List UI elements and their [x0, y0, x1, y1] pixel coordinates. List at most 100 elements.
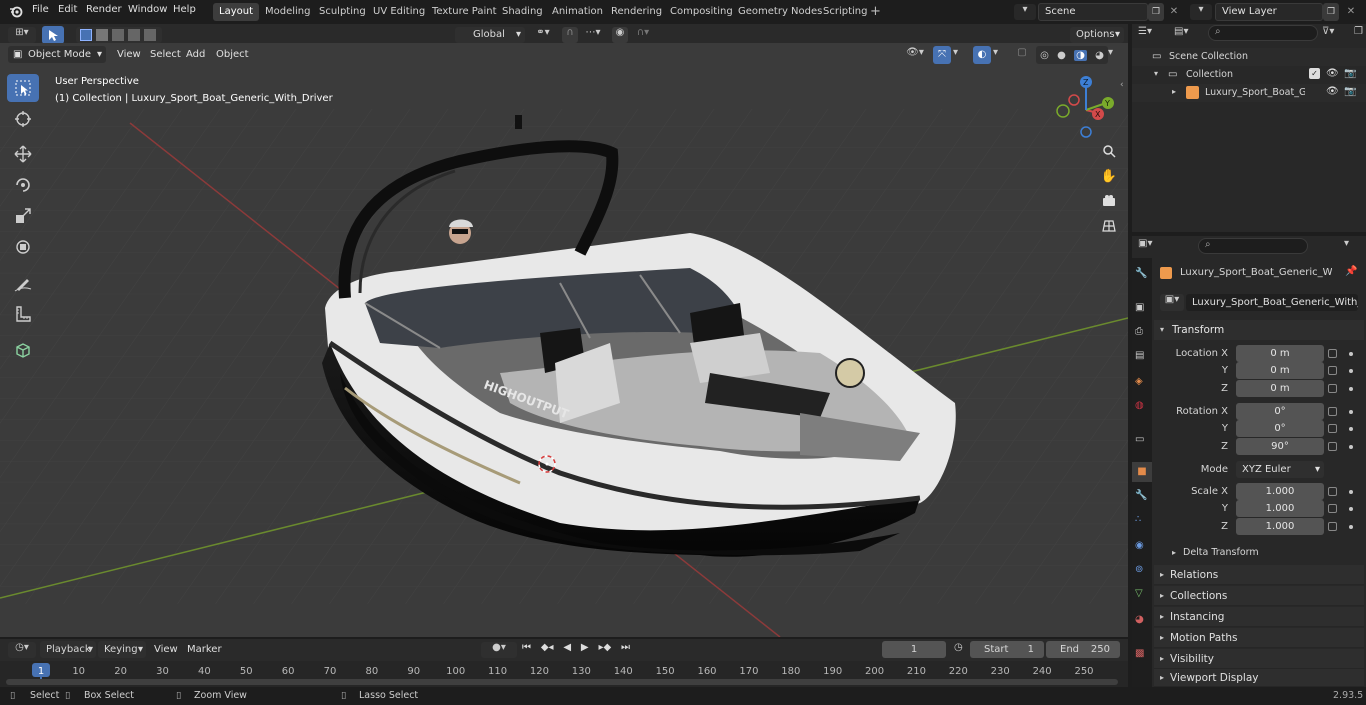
scale-tool-icon[interactable] [7, 202, 39, 230]
timeline-menu-view[interactable]: View [150, 641, 182, 659]
tab-texture-paint[interactable]: Texture Paint [426, 3, 503, 21]
filter-icon[interactable]: ⊽▾ [1322, 26, 1350, 42]
scene-selector-icon[interactable]: ▾ [1014, 4, 1036, 20]
outliner-row-scene-collection[interactable]: ▭ Scene Collection [1132, 48, 1366, 66]
play-reverse-icon[interactable]: ◀ [563, 642, 571, 658]
expand-arrow-icon[interactable]: ▾ [1154, 69, 1158, 78]
solid-shading-icon[interactable]: ● [1057, 50, 1066, 61]
jump-start-icon[interactable]: ⏮ [522, 642, 531, 658]
keyframe-dot-icon[interactable] [1349, 445, 1353, 449]
keyframe-dot-icon[interactable] [1349, 369, 1353, 373]
location-z-field[interactable]: 0 m [1236, 380, 1324, 397]
lock-icon[interactable] [1328, 522, 1337, 531]
viewport-menu-object[interactable]: Object [212, 46, 253, 64]
select-box-tool-icon[interactable] [7, 74, 39, 102]
object-name-field[interactable]: Luxury_Sport_Boat_Generic_With_Driver [1186, 294, 1358, 311]
end-frame-field[interactable]: End 250 [1046, 641, 1120, 658]
editor-type-icon[interactable]: ⊞▾ [8, 27, 36, 43]
view-layer-name-field[interactable]: View Layer [1215, 3, 1323, 21]
properties-search-input[interactable]: ⌕ [1198, 238, 1308, 254]
camera-view-icon[interactable] [1098, 190, 1120, 212]
move-tool-icon[interactable] [7, 140, 39, 168]
world-tab-icon[interactable]: ◍ [1135, 400, 1144, 411]
motion-paths-panel[interactable]: ▸ Motion Paths [1154, 628, 1364, 648]
viewport-menu-add[interactable]: Add [182, 46, 209, 64]
wireframe-shading-icon[interactable]: ◎ [1040, 50, 1049, 61]
new-view-layer-icon[interactable]: ❐ [1323, 3, 1339, 21]
select-tool-icon[interactable] [42, 26, 64, 44]
snap-target-icon[interactable]: ⋯▾ [580, 27, 606, 43]
select-intersect-icon[interactable] [144, 29, 156, 41]
scene-name-field[interactable]: Scene [1038, 3, 1148, 21]
lock-icon[interactable] [1328, 424, 1337, 433]
object-tab-icon[interactable]: ■ [1132, 462, 1152, 482]
navigation-gizmo[interactable]: X Y Z [1052, 73, 1122, 143]
delete-scene-icon[interactable]: ✕ [1167, 3, 1181, 21]
jump-keyframe-forward-icon[interactable]: ▸◆ [598, 642, 611, 658]
lock-icon[interactable] [1328, 442, 1337, 451]
sidebar-toggle-icon[interactable]: ‹ [1120, 80, 1124, 90]
tab-sculpting[interactable]: Sculpting [313, 3, 372, 21]
outliner-row-boat-object[interactable]: ▸ Luxury_Sport_Boat_Generic 👁 📷 [1132, 84, 1366, 102]
auto-keying-icon[interactable]: ●▾ [481, 642, 517, 658]
visibility-eye-icon[interactable]: 👁 [1326, 86, 1339, 97]
location-x-field[interactable]: 0 m [1236, 345, 1324, 362]
measure-tool-icon[interactable] [7, 300, 39, 328]
object-browse-icon[interactable]: ▣▾ [1160, 294, 1184, 311]
render-camera-icon[interactable]: 📷 [1344, 86, 1356, 97]
scale-y-field[interactable]: 1.000 [1236, 500, 1324, 517]
tab-scripting[interactable]: Scripting [817, 3, 873, 21]
select-invert-icon[interactable] [128, 29, 140, 41]
tab-rendering[interactable]: Rendering [605, 3, 668, 21]
collections-panel[interactable]: ▸ Collections [1154, 586, 1364, 606]
keyframe-dot-icon[interactable] [1349, 507, 1353, 511]
particles-tab-icon[interactable]: ∴ [1135, 514, 1141, 525]
gizmo-dropdown-icon[interactable]: ▾ [953, 47, 965, 63]
rotation-y-field[interactable]: 0° [1236, 420, 1324, 437]
add-workspace-icon[interactable]: + [870, 4, 881, 19]
render-tab-icon[interactable]: ▣ [1135, 302, 1144, 313]
tab-uv-editing[interactable]: UV Editing [367, 3, 431, 21]
rendered-shading-icon[interactable]: ◕ [1095, 50, 1104, 61]
lock-icon[interactable] [1328, 349, 1337, 358]
visibility-filter-icon[interactable]: 👁▾ [902, 47, 928, 63]
new-scene-icon[interactable]: ❐ [1148, 3, 1164, 21]
lock-icon[interactable] [1328, 504, 1337, 513]
material-preview-shading-icon[interactable]: ◑ [1074, 49, 1087, 61]
expand-arrow-icon[interactable]: ▸ [1172, 87, 1176, 96]
timeline-editor-type-icon[interactable]: ◷▾ [8, 642, 36, 658]
new-collection-icon[interactable]: ❐ [1354, 26, 1364, 42]
timeline-scrollbar[interactable] [6, 679, 1118, 685]
view-layer-tab-icon[interactable]: ▤ [1135, 350, 1144, 361]
lock-icon[interactable] [1328, 487, 1337, 496]
properties-editor-type-icon[interactable]: ▣▾ [1138, 238, 1168, 254]
options-dropdown[interactable]: Options ▾ [1070, 27, 1124, 43]
overlays-dropdown-icon[interactable]: ▾ [993, 47, 1005, 63]
scale-x-field[interactable]: 1.000 [1236, 483, 1324, 500]
outliner-row-collection[interactable]: ▾ ▭ Collection ✓ 👁 📷 [1132, 66, 1366, 84]
properties-options-icon[interactable]: ▾ [1344, 238, 1349, 249]
keyframe-dot-icon[interactable] [1349, 427, 1353, 431]
lock-icon[interactable] [1328, 384, 1337, 393]
texture-tab-icon[interactable]: ▩ [1135, 648, 1144, 659]
relations-panel[interactable]: ▸ Relations [1154, 565, 1364, 585]
modifier-tab-icon[interactable]: 🔧 [1135, 490, 1147, 501]
tab-shading[interactable]: Shading [496, 3, 549, 21]
select-extend-icon[interactable] [96, 29, 108, 41]
xray-toggle-icon[interactable]: ▢ [1014, 47, 1030, 63]
display-mode-icon[interactable]: ▤▾ [1174, 26, 1204, 42]
preview-range-icon[interactable]: ◷ [954, 642, 963, 653]
rotation-x-field[interactable]: 0° [1236, 403, 1324, 420]
rotation-z-field[interactable]: 90° [1236, 438, 1324, 455]
keyframe-dot-icon[interactable] [1349, 490, 1353, 494]
pan-hand-icon[interactable]: ✋ [1098, 165, 1120, 187]
exclude-checkbox[interactable]: ✓ [1309, 68, 1320, 79]
snap-icon[interactable]: ∩ [562, 27, 578, 43]
cursor-tool-icon[interactable] [7, 105, 39, 133]
3d-viewport[interactable]: HIGHOUTPUT User Perspective (1) Collecti… [0, 43, 1128, 637]
pivot-point-icon[interactable]: ⚭▾ [530, 27, 556, 43]
mode-dropdown[interactable]: ▣ Object Mode ▾ [8, 46, 106, 63]
proportional-falloff-icon[interactable]: ∩▾ [630, 27, 656, 43]
tab-modeling[interactable]: Modeling [259, 3, 317, 21]
add-cube-tool-icon[interactable] [7, 336, 39, 364]
